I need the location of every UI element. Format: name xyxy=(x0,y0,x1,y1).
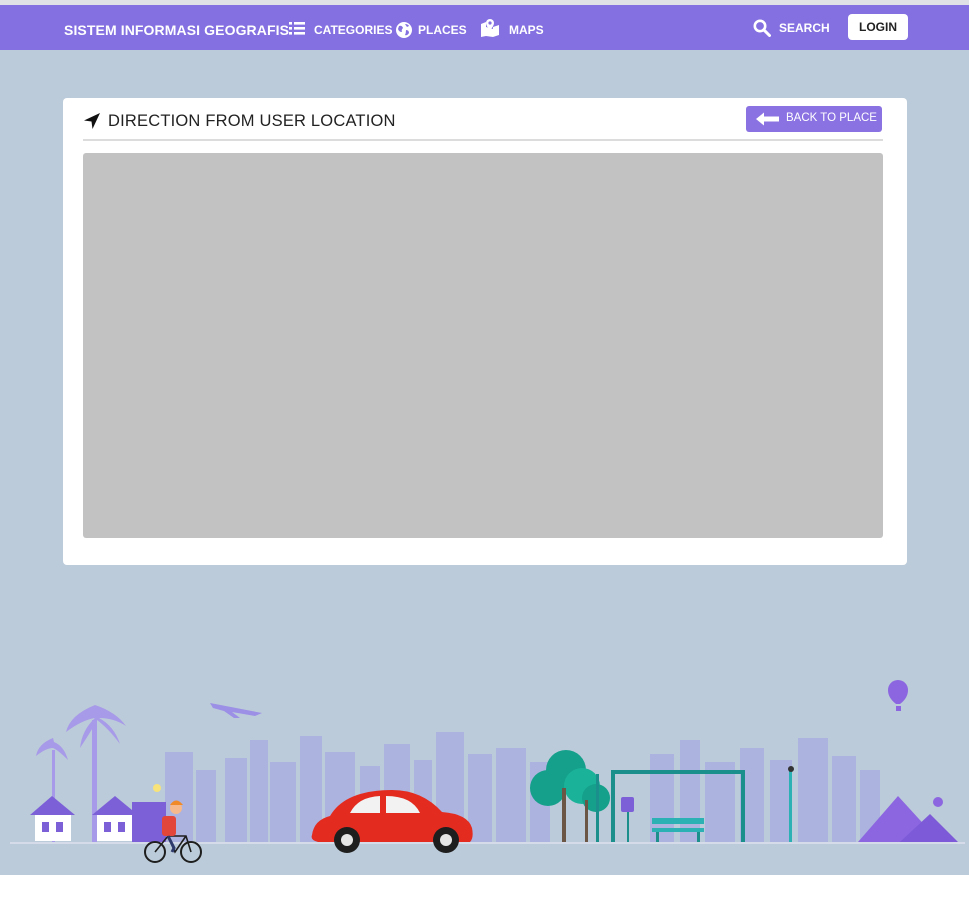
nav-label-maps: MAPS xyxy=(509,23,544,37)
search-label: SEARCH xyxy=(779,21,830,35)
hot-air-balloon xyxy=(888,680,908,711)
nav-label-categories: CATEGORIES xyxy=(314,23,393,37)
map-area[interactable] xyxy=(83,153,883,538)
card-title: DIRECTION FROM USER LOCATION xyxy=(108,112,396,130)
location-arrow-icon xyxy=(84,113,100,129)
city-skyline xyxy=(165,732,880,842)
list-icon xyxy=(289,22,305,35)
arrow-left-icon xyxy=(756,112,779,126)
back-to-place-button[interactable]: BACK TO PLACE xyxy=(746,106,882,132)
airplane xyxy=(210,703,262,718)
footer-strip xyxy=(0,875,969,906)
direction-card: DIRECTION FROM USER LOCATION BACK TO PLA… xyxy=(63,98,907,565)
nav-label-places: PLACES xyxy=(418,23,467,37)
city-illustration xyxy=(10,680,965,863)
search-icon xyxy=(753,19,771,37)
brand-title[interactable]: SISTEM INFORMASI GEOGRAFIS xyxy=(64,22,289,38)
navbar: SISTEM INFORMASI GEOGRAFIS CATEGORIES PL… xyxy=(0,5,969,50)
back-to-place-label: BACK TO PLACE xyxy=(786,112,877,124)
houses xyxy=(30,796,166,842)
card-divider xyxy=(83,139,883,141)
globe-icon xyxy=(396,22,412,38)
map-marker-icon xyxy=(481,19,499,37)
login-button[interactable]: LOGIN xyxy=(848,14,908,40)
